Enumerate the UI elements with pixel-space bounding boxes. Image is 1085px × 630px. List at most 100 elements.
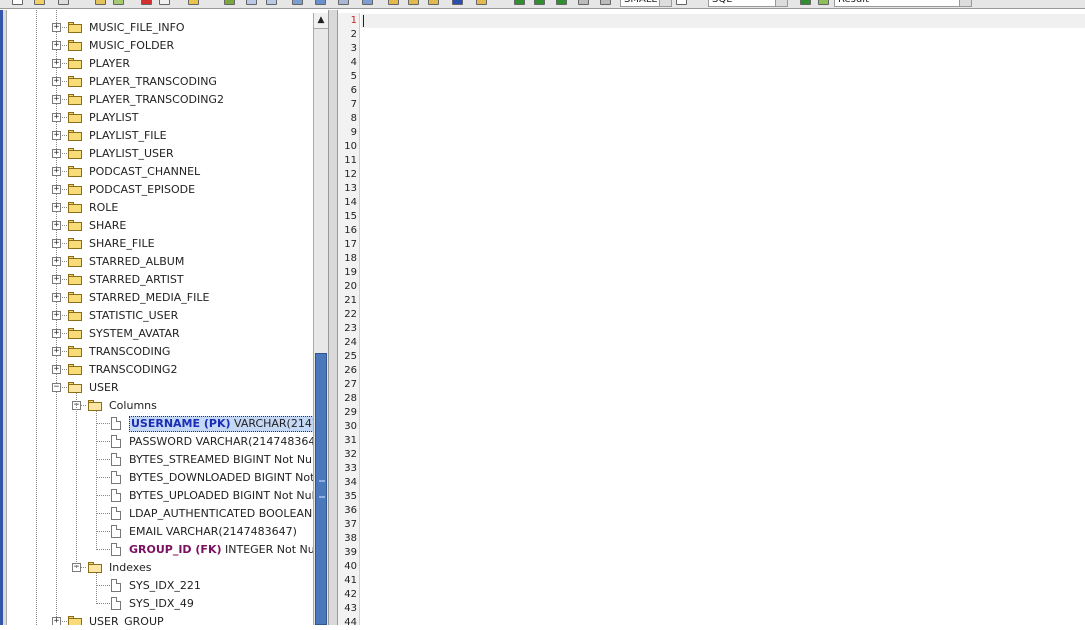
config-icon[interactable] (818, 0, 829, 5)
go-icon[interactable] (800, 0, 811, 5)
scroll-grip-icon (319, 480, 325, 498)
tree-row[interactable]: − Indexes (8, 559, 313, 577)
undo-icon[interactable] (159, 0, 170, 5)
expand-icon[interactable]: + (52, 167, 61, 176)
tree-row[interactable]: + STARRED_ALBUM (8, 253, 313, 271)
expand-icon[interactable]: + (52, 95, 61, 104)
settings-icon[interactable] (600, 0, 611, 5)
tree-row[interactable]: + TRANSCODING2 (8, 361, 313, 379)
dropdown-arrow-icon[interactable] (659, 0, 671, 6)
redo-icon[interactable] (188, 0, 199, 5)
expand-icon[interactable]: + (52, 257, 61, 266)
tree-row[interactable]: SYS_IDX_49 (8, 595, 313, 613)
tree-row[interactable]: − Columns (8, 397, 313, 415)
tree-row[interactable]: PASSWORD VARCHAR(214748364 (8, 433, 313, 451)
tree-row[interactable]: + PODCAST_EPISODE (8, 181, 313, 199)
expand-icon[interactable]: + (52, 365, 61, 374)
dropdown-arrow-icon[interactable] (959, 0, 971, 6)
tree-vertical-scrollbar[interactable]: ▲ (313, 13, 328, 625)
tree-row[interactable]: + STARRED_ARTIST (8, 271, 313, 289)
open-folder-icon[interactable] (34, 0, 45, 5)
copy-icon[interactable] (113, 0, 124, 5)
tree-row[interactable]: + MUSIC_FILE_INFO (8, 19, 313, 37)
tree-row[interactable]: + PLAYER (8, 55, 313, 73)
next-icon[interactable] (408, 0, 419, 5)
mode-combo[interactable]: SQL (708, 0, 788, 7)
tree-row[interactable]: + SHARE (8, 217, 313, 235)
tree-row[interactable]: EMAIL VARCHAR(2147483647) (8, 523, 313, 541)
result-combo[interactable]: Result (834, 0, 972, 7)
expand-icon[interactable]: + (52, 311, 61, 320)
expand-icon[interactable]: + (52, 347, 61, 356)
expand-icon[interactable]: + (52, 221, 61, 230)
tree-row[interactable]: + PLAYLIST (8, 109, 313, 127)
column-label: BYTES_UPLOADED BIGINT Not Null (129, 489, 313, 503)
grid-icon[interactable] (266, 0, 277, 5)
column-file-icon (111, 525, 121, 538)
refresh-icon[interactable] (292, 0, 303, 5)
tree-row[interactable]: USERNAME (PK) VARCHAR(21474 (8, 415, 313, 433)
column-file-icon (111, 417, 121, 430)
tree-row[interactable]: + PLAYLIST_USER (8, 145, 313, 163)
tree-row[interactable]: + ROLE (8, 199, 313, 217)
tree-row[interactable]: BYTES_UPLOADED BIGINT Not Null (8, 487, 313, 505)
tree-row[interactable]: BYTES_STREAMED BIGINT Not Null (8, 451, 313, 469)
table-view-icon[interactable] (246, 0, 257, 5)
schema-tree[interactable]: + MUSIC_FILE_INFO + MUSIC_FOLDER + PLAYER + PLA… (8, 10, 313, 625)
delete-icon[interactable] (141, 0, 152, 5)
expand-icon[interactable]: + (52, 203, 61, 212)
expand-icon[interactable]: + (52, 329, 61, 338)
tree-row[interactable]: + SYSTEM_AVATAR (8, 325, 313, 343)
expand-icon[interactable]: + (52, 23, 61, 32)
tree-row[interactable]: − USER (8, 379, 313, 397)
tree-row[interactable]: + USER_GROUP (8, 613, 313, 625)
scroll-thumb[interactable] (315, 353, 327, 625)
tree-row[interactable]: SYS_IDX_221 (8, 577, 313, 595)
collapse-icon[interactable]: − (52, 383, 61, 392)
tree-row[interactable]: + SHARE_FILE (8, 235, 313, 253)
expand-icon[interactable]: + (52, 77, 61, 86)
tree-row[interactable]: + PODCAST_CHANNEL (8, 163, 313, 181)
expand-icon[interactable]: + (52, 59, 61, 68)
tree-row[interactable]: + MUSIC_FOLDER (8, 37, 313, 55)
expand-icon[interactable]: + (52, 149, 61, 158)
expand-icon[interactable]: + (52, 185, 61, 194)
zoom-combo[interactable]: SMALL (620, 0, 672, 7)
bookmark-icon[interactable] (452, 0, 463, 5)
sql-editor[interactable] (361, 13, 1085, 625)
stop-icon[interactable] (578, 0, 589, 5)
cut-icon[interactable] (95, 0, 106, 5)
export-icon[interactable] (476, 0, 487, 5)
option-checkbox[interactable] (676, 0, 687, 5)
tree-row[interactable]: GROUP_ID (FK) INTEGER Not Null (8, 541, 313, 559)
expand-icon[interactable]: + (52, 131, 61, 140)
expand-icon[interactable]: + (52, 113, 61, 122)
tree-row[interactable]: + TRANSCODING (8, 343, 313, 361)
rollback-icon[interactable] (338, 0, 349, 5)
expand-icon[interactable]: + (52, 275, 61, 284)
line-number: 25 (344, 351, 357, 362)
down-icon[interactable] (556, 0, 567, 5)
tree-row[interactable]: + PLAYLIST_FILE (8, 127, 313, 145)
play-icon[interactable] (514, 0, 525, 5)
tree-row[interactable]: + STARRED_MEDIA_FILE (8, 289, 313, 307)
save-icon[interactable] (58, 0, 69, 5)
expand-icon[interactable]: + (52, 293, 61, 302)
run-icon[interactable] (224, 0, 235, 5)
dropdown-arrow-icon[interactable] (775, 0, 787, 6)
tree-row[interactable]: BYTES_DOWNLOADED BIGINT Not N (8, 469, 313, 487)
expand-icon[interactable]: + (52, 239, 61, 248)
commit-icon[interactable] (315, 0, 326, 5)
forward-icon[interactable] (534, 0, 545, 5)
tree-row[interactable]: + PLAYER_TRANSCODING (8, 73, 313, 91)
tree-row[interactable]: + PLAYER_TRANSCODING2 (8, 91, 313, 109)
search-icon[interactable] (428, 0, 439, 5)
tree-row[interactable]: + STATISTIC_USER (8, 307, 313, 325)
expand-icon[interactable]: + (52, 617, 61, 625)
scroll-up-arrow-icon[interactable]: ▲ (314, 13, 328, 29)
tree-row[interactable]: LDAP_AUTHENTICATED BOOLEAN (8, 505, 313, 523)
history-icon[interactable] (362, 0, 373, 5)
prev-icon[interactable] (388, 0, 399, 5)
new-file-icon[interactable] (12, 0, 23, 5)
expand-icon[interactable]: + (52, 41, 61, 50)
